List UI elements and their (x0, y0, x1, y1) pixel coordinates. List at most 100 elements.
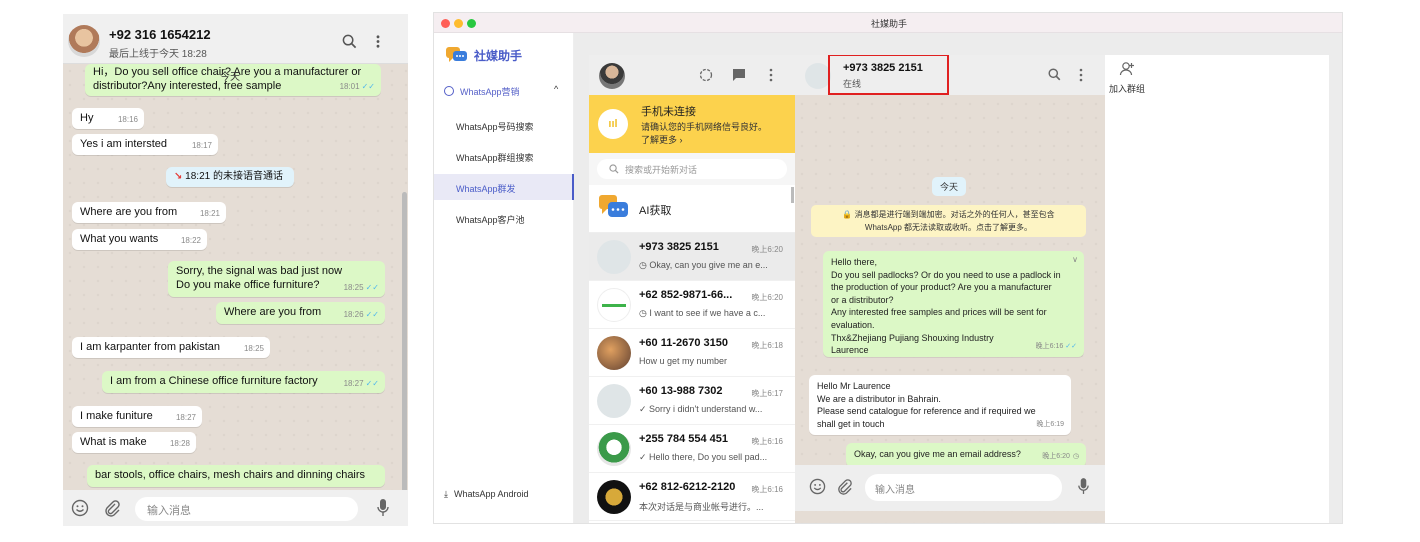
group-panel: 加入群组 (1105, 55, 1329, 523)
chat-list-item[interactable]: +60 13-988 7302 晚上6:17 ✓ Sorry i didn't … (589, 377, 795, 425)
double-check-icon: ✓✓ (365, 283, 379, 292)
search-icon[interactable] (342, 34, 357, 49)
avatar (597, 336, 631, 370)
sidebar-item-group-search[interactable]: WhatsApp群组搜索 (434, 143, 574, 169)
message-time: 18:21 (199, 209, 220, 218)
message-line: the production of your product? Are you … (831, 282, 1052, 293)
message-bubble[interactable]: bar stools, office chairs, mesh chairs a… (87, 465, 385, 487)
message-bubble[interactable]: What is make 18:28 (72, 432, 196, 453)
message-bubble[interactable]: What you wants 18:22 (72, 229, 207, 250)
menu-icon[interactable] (1079, 68, 1083, 82)
message-bubble[interactable]: Hello Mr Laurence We are a distributor i… (809, 375, 1071, 435)
chat-name: +60 11-2670 3150 (639, 337, 729, 349)
paperclip-icon[interactable] (103, 499, 121, 517)
chat-name: +255 784 554 451 (639, 433, 729, 445)
message-line: Do you sell padlocks? Or do you need to … (831, 269, 1061, 280)
sidebar-item-broadcast[interactable]: WhatsApp群发 (434, 174, 574, 200)
emoji-icon[interactable] (71, 499, 89, 517)
message-bubble[interactable]: Hy 18:16 (72, 108, 144, 129)
menu-toggle-icon[interactable]: ≡ (446, 522, 452, 523)
message-line: evaluation. (831, 319, 875, 330)
message-bubble[interactable]: Where are you from 18:26 ✓✓ (216, 302, 385, 324)
message-time: 18:27 (175, 413, 196, 422)
chat-list-header (589, 55, 795, 95)
input-bar: 输入消息 (63, 490, 408, 526)
message-time: 晚上6:16 (1035, 343, 1064, 351)
message-area[interactable]: Hi，Do you sell office chair? Are you a m… (63, 64, 408, 522)
whatsapp-android-link[interactable]: ⤓ WhatsApp Android (444, 489, 529, 500)
chat-name: +62 852-9871-66... (639, 289, 733, 301)
message-time: 18:25 (343, 283, 364, 292)
message-bubble[interactable]: Yes i am intersted 18:17 (72, 134, 218, 155)
avatar (597, 384, 631, 418)
chat-preview: 本次对话是与商业帐号进行。... (639, 502, 764, 512)
message-text: Sorry, the signal was bad just now (176, 265, 343, 277)
sidebar: 社媒助手 WhatsApp营销 ^ WhatsApp号码搜索 WhatsApp群组… (434, 33, 574, 523)
message-bubble[interactable]: Where are you from 18:21 (72, 202, 226, 223)
sidebar-item-number-search[interactable]: WhatsApp号码搜索 (434, 112, 574, 138)
phone-disconnected-banner[interactable]: ııl 手机未连接 请确认您的手机网络信号良好。 了解更多 › (589, 95, 795, 153)
clock-icon: ◷ (1072, 453, 1079, 461)
scrollbar[interactable] (402, 192, 407, 522)
message-time: 18:26 (343, 310, 364, 319)
add-user-icon[interactable] (1119, 61, 1135, 77)
microphone-icon[interactable] (376, 498, 390, 518)
message-bubble[interactable]: Okay, can you give me an email address? … (846, 443, 1086, 467)
encryption-line-1: 🔒 消息都是进行端到端加密。对话之外的任何人，甚至包含 (842, 210, 1055, 219)
ai-fetch-label: AI获取 (639, 205, 672, 217)
chevron-down-icon[interactable]: ∨ (1072, 254, 1078, 267)
avatar-logo (602, 304, 626, 307)
title-bar: 社媒助手 (434, 13, 1342, 33)
message-line: Please send catalogue for reference and … (817, 406, 1036, 417)
avatar[interactable] (68, 25, 100, 57)
message-time: 18:25 (243, 344, 264, 353)
search-input[interactable]: 搜索或开始新对话 (597, 159, 787, 179)
avatar (597, 240, 631, 274)
message-text: bar stools, office chairs, mesh chairs a… (95, 469, 366, 481)
encryption-notice[interactable]: 🔒 消息都是进行端到端加密。对话之外的任何人，甚至包含 WhatsApp 都无法… (811, 205, 1086, 237)
clock-icon: ◷ (639, 308, 650, 318)
double-check-icon: ✓✓ (361, 82, 375, 91)
check-icon: ✓ (639, 404, 650, 414)
chat-list-item[interactable]: +255 784 554 451 晚上6:16 ✓ Hello there, D… (589, 425, 795, 473)
message-input[interactable]: 输入消息 (135, 497, 358, 521)
menu-icon[interactable] (375, 34, 381, 49)
ai-fetch-item[interactable]: AI获取 (589, 185, 795, 233)
message-time: 18:16 (117, 115, 138, 124)
learn-more-link[interactable]: 了解更多 › (641, 134, 791, 147)
search-bar: 搜索或开始新对话 (589, 153, 795, 185)
chat-list-panel: ııl 手机未连接 请确认您的手机网络信号良好。 了解更多 › 搜索或开始新对话… (589, 55, 795, 523)
message-input[interactable]: 输入消息 (865, 474, 1062, 501)
chat-list-item[interactable]: +62 852-9871-66... 晚上6:20 ◷ I want to se… (589, 281, 795, 329)
message-bubble[interactable]: I am karpanter from pakistan 18:25 (72, 337, 270, 358)
join-group-label[interactable]: 加入群组 (1109, 82, 1145, 95)
message-text: I am from a Chinese office furniture fac… (110, 375, 318, 387)
scrollbar[interactable] (791, 187, 794, 203)
sidebar-group-whatsapp[interactable]: WhatsApp营销 ^ (444, 84, 558, 98)
chat-list-item[interactable]: +60 11-2670 3150 晚上6:18 How u get my num… (589, 329, 795, 377)
chat-time: 晚上6:20 (751, 245, 783, 254)
sidebar-item-customer-pool[interactable]: WhatsApp客户池 (434, 205, 574, 231)
missed-call-icon: ↘ (174, 171, 183, 182)
menu-icon[interactable] (769, 68, 773, 82)
message-bubble[interactable]: Sorry, the signal was bad just now Do yo… (168, 261, 385, 297)
double-check-icon: ✓✓ (365, 310, 379, 319)
status-icon[interactable] (699, 68, 713, 82)
paperclip-icon[interactable] (836, 478, 853, 495)
message-bubble[interactable]: I am from a Chinese office furniture fac… (102, 371, 385, 393)
whatsapp-icon (444, 86, 454, 96)
message-line: Hello there, (831, 257, 878, 267)
microphone-icon[interactable] (1077, 477, 1090, 496)
search-icon[interactable] (1048, 68, 1061, 81)
emoji-icon[interactable] (809, 478, 826, 495)
message-line: Okay, can you give me an email address? (854, 449, 1021, 459)
chat-list-item[interactable]: +973 3825 2151 晚上6:20 ◷ Okay, can you gi… (589, 233, 795, 281)
new-chat-icon[interactable] (732, 68, 746, 82)
left-whatsapp-chat: +92 316 1654212 最后上线于今天 18:28 Hi，Do you … (63, 14, 408, 526)
message-bubble[interactable]: I make funiture 18:27 (72, 406, 202, 427)
message-bubble[interactable]: Hello there, Do you sell padlocks? Or do… (823, 251, 1084, 357)
missed-call-text: 18:21 的未接语音通话 (185, 171, 283, 182)
avatar[interactable] (599, 63, 625, 89)
android-label: WhatsApp Android (453, 489, 529, 499)
chat-list-item[interactable]: +62 812-6212-2120 晚上6:16 本次对话是与商业帐号进行。..… (589, 473, 795, 521)
